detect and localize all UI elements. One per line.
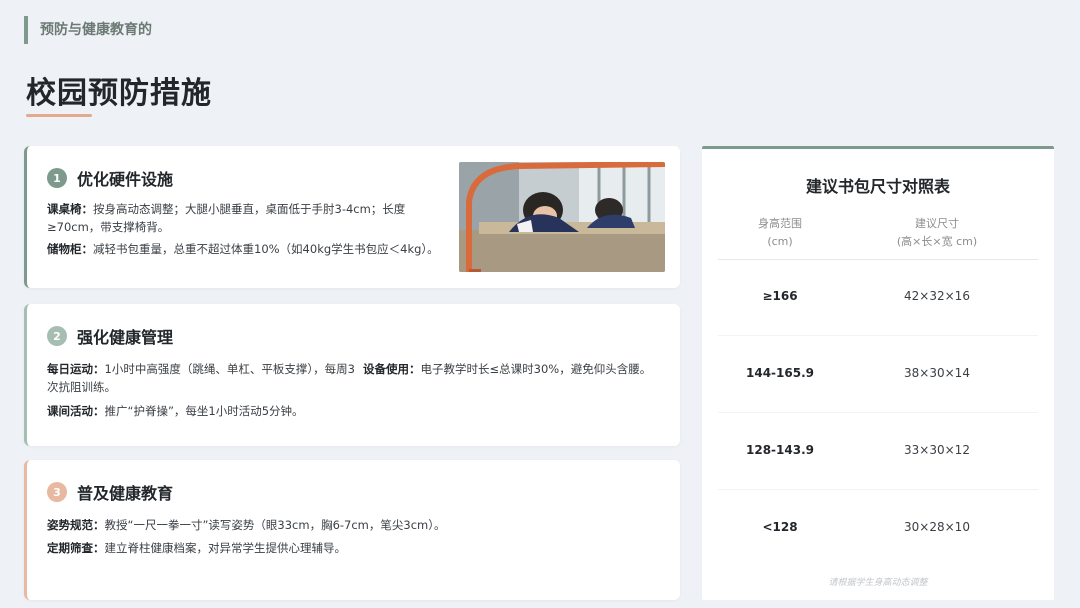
row-divider xyxy=(718,412,1038,413)
item-desk-chair: 课桌椅：按身高动态调整；大腿小腿垂直，桌面低于手肘3-4cm；长度≥70cm，带… xyxy=(47,200,443,236)
item-device-use: 设备使用：电子教学时长≤总课时30%，避免仰头含腰。 xyxy=(363,360,659,378)
item-label: 设备使用： xyxy=(363,362,421,376)
item-locker: 储物柜：减轻书包重量，总重不超过体重10%（如40kg学生书包应＜4kg）。 xyxy=(47,240,443,258)
title-underline xyxy=(26,114,92,117)
item-label: 每日运动： xyxy=(47,362,105,376)
table-cell-height: <128 xyxy=(762,520,798,534)
backpack-size-table: 建议书包尺寸对照表 身高范围 (cm) 建议尺寸 (高×长×宽 cm) ≥166… xyxy=(702,146,1054,600)
item-text: 建立脊柱健康档案，对异常学生提供心理辅导。 xyxy=(104,541,347,555)
card-header: 3 普及健康教育 xyxy=(47,480,173,504)
table-cell-size: 30×28×10 xyxy=(904,520,970,534)
card-title: 优化硬件设施 xyxy=(77,170,174,189)
table-title: 建议书包尺寸对照表 xyxy=(805,177,950,196)
row-divider xyxy=(718,489,1038,490)
table-cell-height: 128-143.9 xyxy=(746,443,814,457)
header-divider xyxy=(718,259,1038,260)
item-text: 按身高动态调整；大腿小腿垂直，桌面低于手肘3-4cm；长度≥70cm，带支撑椅背… xyxy=(47,202,406,234)
step-number-badge: 3 xyxy=(47,482,67,502)
item-label: 定期筛查： xyxy=(47,541,105,555)
card-title: 普及健康教育 xyxy=(77,484,174,503)
column-header-height: 身高范围 (cm) xyxy=(732,215,828,251)
card-title: 强化健康管理 xyxy=(77,328,174,347)
column-header-unit: (cm) xyxy=(767,235,793,248)
item-label: 姿势规范： xyxy=(47,518,105,532)
column-header-line: 建议尺寸 xyxy=(915,217,959,230)
card-health-management: 2 强化健康管理 每日运动：1小时中高强度（跳绳、单杠、平板支撑），每周3次抗阻… xyxy=(24,304,680,446)
card-health-education: 3 普及健康教育 姿势规范：教授“一尺一拳一寸”读写姿势（眼33cm，胸6-7c… xyxy=(24,460,680,600)
table-cell-height: 144-165.9 xyxy=(746,366,814,380)
column-header-line: 身高范围 xyxy=(758,217,802,230)
table-cell-size: 33×30×12 xyxy=(904,443,970,457)
item-regular-screening: 定期筛查：建立脊柱健康档案，对异常学生提供心理辅导。 xyxy=(47,539,667,557)
item-text: 教授“一尺一拳一寸”读写姿势（眼33cm，胸6-7cm，笔尖3cm）。 xyxy=(104,518,446,532)
card-hardware: 1 优化硬件设施 课桌椅：按身高动态调整；大腿小腿垂直，桌面低于手肘3-4cm；… xyxy=(24,146,680,288)
step-number-badge: 2 xyxy=(47,326,67,346)
item-text: 电子教学时长≤总课时30%，避免仰头含腰。 xyxy=(420,362,652,376)
table-cell-size: 38×30×14 xyxy=(904,366,970,380)
item-daily-exercise: 每日运动：1小时中高强度（跳绳、单杠、平板支撑），每周3次抗阻训练。 xyxy=(47,360,359,396)
table-cell-size: 42×32×16 xyxy=(904,289,970,303)
classroom-photo-image xyxy=(459,162,665,272)
item-label: 课桌椅： xyxy=(47,202,93,216)
row-divider xyxy=(718,335,1038,336)
column-header-unit: (高×长×宽 cm) xyxy=(896,235,978,248)
item-label: 课间活动： xyxy=(47,404,105,418)
item-break-activity: 课间活动：推广“护脊操”，每坐1小时活动5分钟。 xyxy=(47,402,647,420)
item-text: 推广“护脊操”，每坐1小时活动5分钟。 xyxy=(104,404,304,418)
item-text: 减轻书包重量，总重不超过体重10%（如40kg学生书包应＜4kg）。 xyxy=(93,242,439,256)
classroom-photo xyxy=(459,162,665,272)
table-cell-height: ≥166 xyxy=(762,289,798,303)
step-number-badge: 1 xyxy=(47,168,67,188)
column-header-size: 建议尺寸 (高×长×宽 cm) xyxy=(852,215,1022,251)
table-footnote: 请根据学生身高动态调整 xyxy=(828,578,928,588)
breadcrumb: 预防与健康教育的 xyxy=(24,16,152,44)
page-title: 校园预防措施 xyxy=(26,76,212,111)
item-posture-standard: 姿势规范：教授“一尺一拳一寸”读写姿势（眼33cm，胸6-7cm，笔尖3cm）。 xyxy=(47,516,667,534)
card-header: 2 强化健康管理 xyxy=(47,324,173,348)
item-label: 储物柜： xyxy=(47,242,93,256)
card-header: 1 优化硬件设施 xyxy=(47,166,173,190)
